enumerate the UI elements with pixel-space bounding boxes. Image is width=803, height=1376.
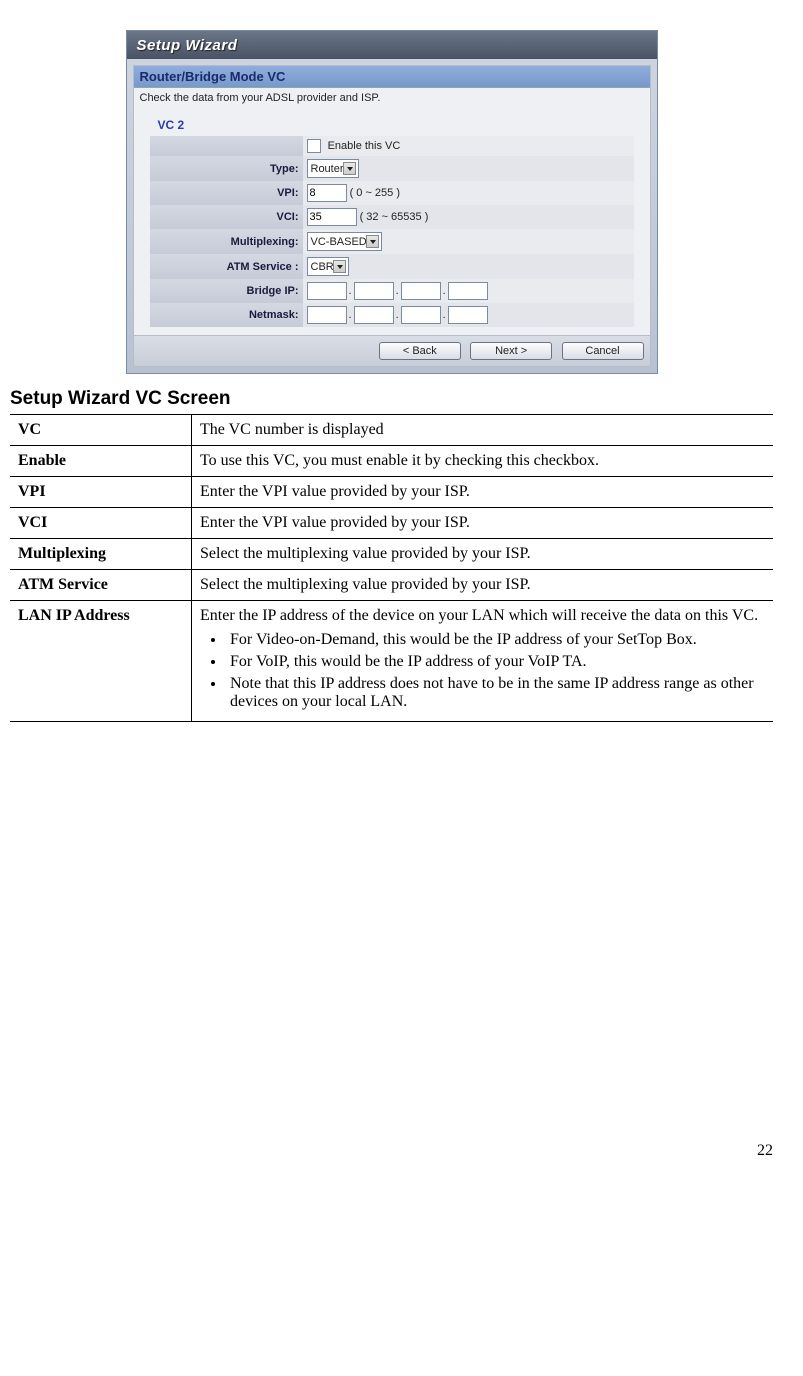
table-row: LAN IP Address Enter the IP address of t… — [10, 601, 773, 722]
vpi-hint: ( 0 ~ 255 ) — [350, 187, 400, 199]
vci-label: VCI: — [150, 205, 303, 229]
doc-val: Enter the VPI value provided by your ISP… — [192, 477, 774, 508]
enable-vc-label: Enable this VC — [328, 140, 401, 152]
netmask-oct1[interactable] — [307, 306, 347, 324]
doc-val: Select the multiplexing value provided b… — [192, 539, 774, 570]
doc-heading: Setup Wizard VC Screen — [10, 388, 773, 410]
atm-select[interactable]: CBR — [307, 257, 349, 276]
bridge-ip-oct3[interactable] — [401, 282, 441, 300]
wizard-help-text: Check the data from your ADSL provider a… — [134, 88, 650, 116]
doc-table: VC The VC number is displayed Enable To … — [10, 414, 773, 722]
type-value: Router — [311, 163, 344, 175]
doc-key: VC — [10, 415, 192, 446]
vpi-label: VPI: — [150, 181, 303, 205]
doc-key: Multiplexing — [10, 539, 192, 570]
doc-val: Enter the VPI value provided by your ISP… — [192, 508, 774, 539]
table-row: ATM Service Select the multiplexing valu… — [10, 570, 773, 601]
type-label: Type: — [150, 156, 303, 181]
netmask-oct2[interactable] — [354, 306, 394, 324]
next-button[interactable]: Next > — [470, 342, 552, 360]
table-row: VPI Enter the VPI value provided by your… — [10, 477, 773, 508]
wizard-button-row: < Back Next > Cancel — [134, 335, 650, 366]
doc-val: The VC number is displayed — [192, 415, 774, 446]
netmask-oct3[interactable] — [401, 306, 441, 324]
cancel-button[interactable]: Cancel — [562, 342, 644, 360]
doc-key: ATM Service — [10, 570, 192, 601]
page-number: 22 — [10, 1142, 773, 1160]
vpi-input[interactable] — [307, 184, 347, 202]
doc-key: VCI — [10, 508, 192, 539]
vc-number-label: VC 2 — [134, 116, 650, 136]
netmask-label: Netmask: — [150, 303, 303, 327]
vci-input[interactable] — [307, 208, 357, 226]
table-row: VC The VC number is displayed — [10, 415, 773, 446]
list-item: For Video-on-Demand, this would be the I… — [226, 631, 765, 649]
list-item: Note that this IP address does not have … — [226, 675, 765, 711]
netmask-oct4[interactable] — [448, 306, 488, 324]
vci-hint: ( 32 ~ 65535 ) — [360, 211, 429, 223]
bridge-ip-oct2[interactable] — [354, 282, 394, 300]
mux-select[interactable]: VC-BASED — [307, 232, 382, 251]
table-row: Multiplexing Select the multiplexing val… — [10, 539, 773, 570]
atm-label: ATM Service : — [150, 254, 303, 279]
lan-bullets: For Video-on-Demand, this would be the I… — [200, 631, 765, 711]
enable-row-label — [150, 136, 303, 156]
wizard-title: Setup Wizard — [127, 31, 657, 59]
bridge-ip-octets: . . . — [307, 282, 488, 300]
bridge-ip-label: Bridge IP: — [150, 279, 303, 303]
table-row: VCI Enter the VPI value provided by your… — [10, 508, 773, 539]
table-row: Enable To use this VC, you must enable i… — [10, 446, 773, 477]
wizard-section-header: Router/Bridge Mode VC — [134, 66, 650, 88]
mux-label: Multiplexing: — [150, 229, 303, 254]
list-item: For VoIP, this would be the IP address o… — [226, 653, 765, 671]
type-select[interactable]: Router — [307, 159, 359, 178]
atm-value: CBR — [311, 261, 334, 273]
wizard-inner: Router/Bridge Mode VC Check the data fro… — [133, 65, 651, 367]
bridge-ip-oct4[interactable] — [448, 282, 488, 300]
doc-val: Enter the IP address of the device on yo… — [192, 601, 774, 722]
wizard-form: Enable this VC Type: Router VPI: ( 0 ~ 2… — [150, 136, 634, 327]
doc-val: To use this VC, you must enable it by ch… — [192, 446, 774, 477]
doc-key: Enable — [10, 446, 192, 477]
doc-val: Select the multiplexing value provided b… — [192, 570, 774, 601]
wizard-screenshot: Setup Wizard Router/Bridge Mode VC Check… — [10, 30, 773, 374]
doc-key: LAN IP Address — [10, 601, 192, 722]
doc-key: VPI — [10, 477, 192, 508]
enable-vc-checkbox[interactable] — [307, 139, 321, 153]
netmask-octets: . . . — [307, 306, 488, 324]
back-button[interactable]: < Back — [379, 342, 461, 360]
mux-value: VC-BASED — [311, 236, 367, 248]
bridge-ip-oct1[interactable] — [307, 282, 347, 300]
lan-intro: Enter the IP address of the device on yo… — [200, 607, 765, 625]
wizard-window: Setup Wizard Router/Bridge Mode VC Check… — [126, 30, 658, 374]
